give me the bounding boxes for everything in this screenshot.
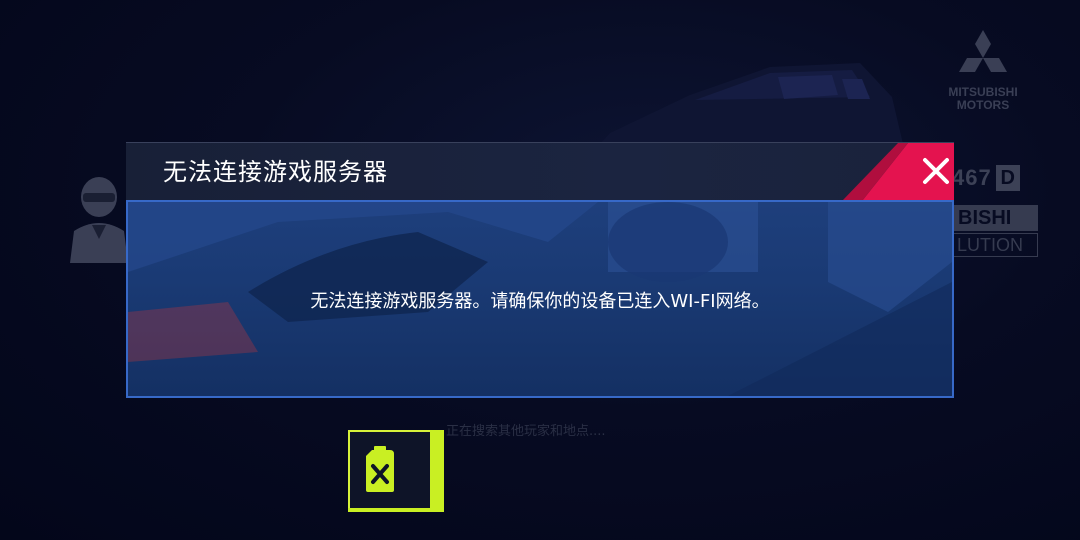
- error-dialog: 无法连接游戏服务器 无法连接游戏服务器。请确保你的设备已连入WI-FI网络。: [126, 142, 954, 398]
- search-status-text: 正在搜索其他玩家和地点....: [446, 424, 606, 439]
- brand-name: MITSUBISHI MOTORS: [948, 85, 1018, 112]
- fuel-level-bar: [430, 430, 444, 512]
- dialog-title: 无法连接游戏服务器: [163, 158, 388, 186]
- fuel-can-empty-icon: [366, 446, 394, 492]
- car-stats: 467 D BISHI LUTION: [952, 165, 1042, 257]
- mitsubishi-three-diamond-icon: [959, 30, 1007, 72]
- car-performance: 467 D: [952, 165, 1042, 191]
- performance-rating: 467: [952, 165, 992, 190]
- close-button[interactable]: [842, 143, 954, 201]
- racer-helmet-icon: [70, 177, 128, 263]
- car-class-badge: D: [995, 165, 1020, 191]
- dialog-header: 无法连接游戏服务器: [126, 142, 954, 201]
- fuel-tile-bottom-bar: [348, 508, 444, 512]
- dialog-body: 无法连接游戏服务器。请确保你的设备已连入WI-FI网络。: [126, 200, 954, 398]
- dialog-message: 无法连接游戏服务器。请确保你的设备已连入WI-FI网络。: [310, 291, 770, 312]
- fuel-button[interactable]: [348, 430, 444, 512]
- brand-logo: MITSUBISHI MOTORS: [938, 28, 1028, 112]
- game-screen: MITSUBISHI MOTORS 467 D BISHI LUTION 正在搜…: [0, 0, 1080, 540]
- close-icon: [923, 158, 949, 184]
- car-model-subtitle: LUTION: [952, 233, 1038, 257]
- car-model-name: BISHI: [952, 205, 1038, 231]
